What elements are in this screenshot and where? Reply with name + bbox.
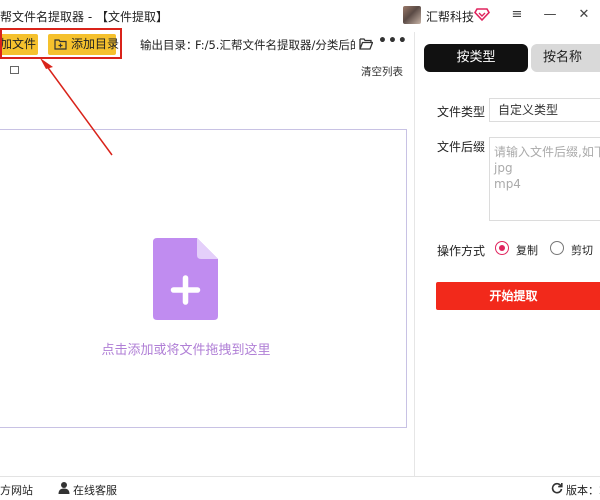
output-directory-path[interactable]: F:/5.汇帮文件名提取器/分类后的文件: [195, 37, 355, 53]
copy-radio[interactable]: [495, 241, 509, 255]
version-label: 版本：2: [566, 484, 600, 497]
add-file-icon[interactable]: [153, 238, 218, 320]
operation-label: 操作方式: [437, 244, 486, 258]
window-title: 帮文件名提取器 - 【文件提取】: [0, 10, 168, 24]
cut-radio[interactable]: [550, 241, 564, 255]
list-view-icon[interactable]: [10, 66, 19, 74]
customer-service-icon: [58, 482, 70, 494]
clear-list-button[interactable]: 清空列表: [361, 64, 403, 79]
official-website-link[interactable]: 方网站: [0, 482, 33, 498]
vip-diamond-icon[interactable]: [474, 6, 490, 22]
refresh-icon[interactable]: [551, 482, 563, 494]
start-extract-button[interactable]: 开始提取: [436, 282, 600, 310]
minimize-button[interactable]: —: [542, 7, 558, 23]
suffix-label: 文件后缀: [437, 140, 486, 154]
suffix-input[interactable]: 请输入文件后缀,如下: jpg mp4: [489, 137, 600, 221]
online-support-link[interactable]: 在线客服: [73, 482, 117, 498]
user-avatar[interactable]: [403, 6, 421, 24]
company-name[interactable]: 汇帮科技: [426, 8, 474, 25]
close-button[interactable]: ✕: [576, 7, 592, 23]
copy-radio-label[interactable]: 复制: [516, 242, 538, 258]
file-type-select[interactable]: 自定义类型: [489, 98, 600, 122]
menu-button[interactable]: ≡: [509, 7, 525, 23]
annotation-arrow: [40, 58, 113, 156]
open-folder-icon[interactable]: [359, 37, 373, 50]
tab-by-type[interactable]: 按类型: [424, 44, 528, 72]
file-type-label: 文件类型: [437, 105, 486, 119]
cut-radio-label[interactable]: 剪切: [571, 242, 593, 258]
more-options-button[interactable]: •••: [378, 33, 408, 49]
drop-hint-text: 点击添加或将文件拖拽到这里: [101, 343, 271, 358]
tab-by-name[interactable]: 按名称: [531, 44, 600, 72]
output-directory-label: 输出目录：: [140, 38, 198, 52]
